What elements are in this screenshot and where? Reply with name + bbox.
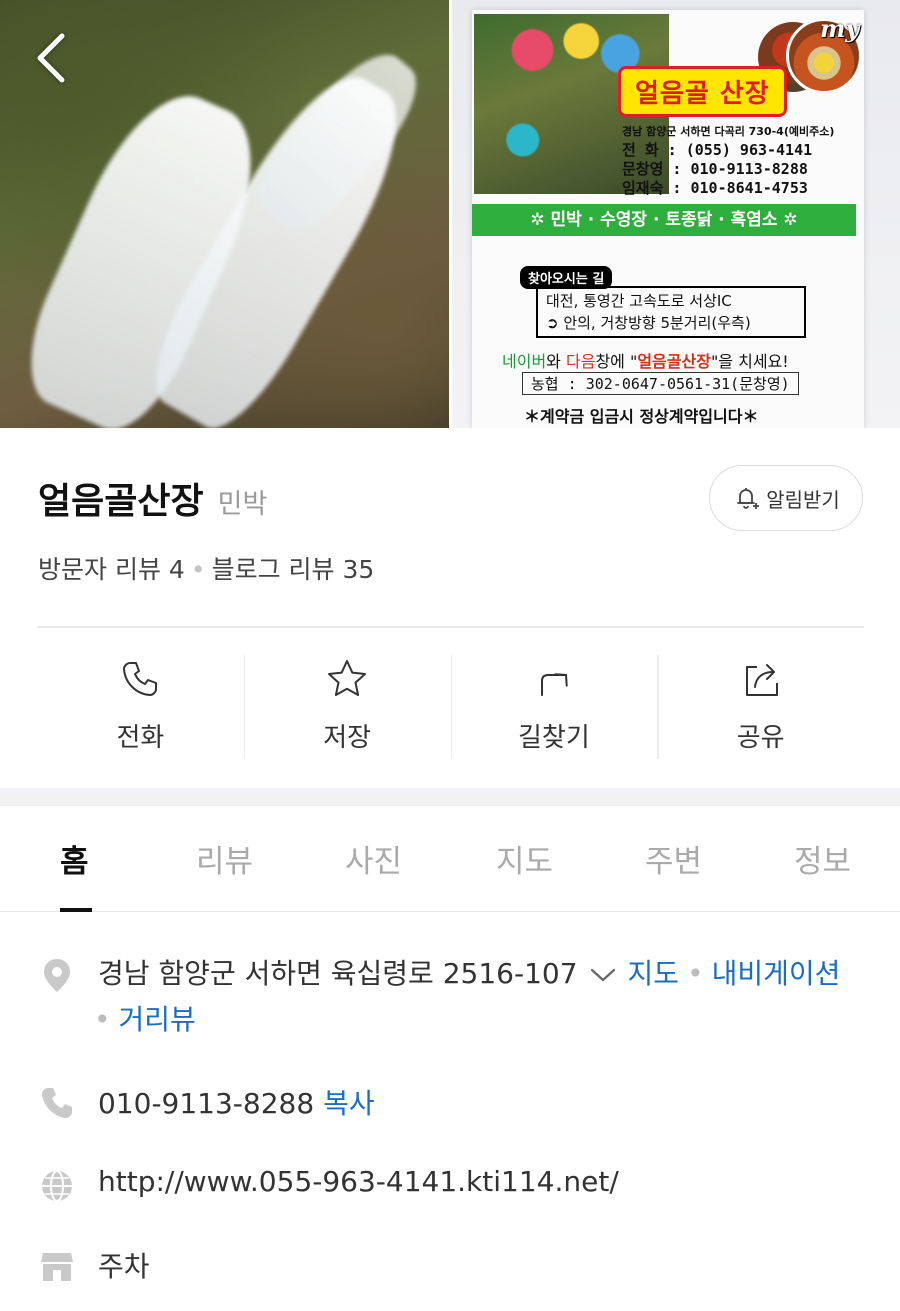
chevron-left-icon bbox=[37, 33, 65, 83]
poster-info: 경남 함양군 서하면 다곡리 730-4(예비주소) 전 화 : (055) 9… bbox=[622, 122, 834, 198]
poster-directions-line: 대전, 통영간 고속도로 서상IC bbox=[546, 292, 732, 310]
section-gap bbox=[0, 788, 900, 806]
call-button[interactable]: 전화 bbox=[37, 655, 244, 760]
tab-info[interactable]: 정보 bbox=[794, 836, 851, 881]
navigation-link[interactable]: 내비게이션 bbox=[712, 957, 841, 990]
directions-button[interactable]: 길찾기 bbox=[450, 655, 658, 760]
place-category: 민박 bbox=[217, 489, 268, 520]
phone-number[interactable]: 010-9113-8288 bbox=[98, 1087, 314, 1120]
share-button[interactable]: 공유 bbox=[657, 655, 864, 760]
poster-directions: 대전, 통영간 고속도로 서상IC ➲ 안의, 거창방향 5분거리(우측) bbox=[536, 286, 806, 338]
share-icon bbox=[745, 664, 778, 696]
poster-title: 얼음골 산장 bbox=[618, 66, 787, 117]
poster-services: ✲ 민박 · 수영장 · 토종닭 · 흑염소 ✲ bbox=[472, 204, 856, 236]
place-name: 얼음골산장 bbox=[38, 481, 204, 522]
address-row: 경남 함양군 서하면 육십령로 2516-107 지도 • 내비게이션 • 거리뷰 bbox=[38, 952, 868, 1042]
place-title: 얼음골산장 민박 bbox=[38, 472, 267, 524]
tab-nearby[interactable]: 주변 bbox=[645, 836, 702, 881]
notify-button[interactable]: 알림받기 bbox=[709, 465, 863, 531]
location-pin-icon bbox=[44, 959, 70, 992]
hero-photos: 얼음골 산장 경남 함양군 서하면 다곡리 730-4(예비주소) 전 화 : … bbox=[0, 0, 900, 428]
parking-row: 주차 bbox=[38, 1245, 868, 1285]
bell-plus-icon bbox=[737, 488, 760, 509]
phone-icon bbox=[123, 662, 158, 696]
separator-dot: • bbox=[190, 555, 206, 584]
poster-account: 농협 : 302-0647-0561-31(문창영) bbox=[522, 372, 799, 395]
active-tab-indicator bbox=[60, 908, 92, 912]
call-label: 전화 bbox=[116, 723, 165, 753]
poster-search-text: 얼음골산장 bbox=[637, 352, 711, 371]
store-icon bbox=[41, 1253, 73, 1281]
tab-bar: 홈 리뷰 사진 지도 주변 정보 bbox=[0, 806, 900, 912]
separator-dot: • bbox=[687, 957, 704, 990]
save-label: 저장 bbox=[323, 723, 372, 753]
website-row: http://www.055-963-4141.kti114.net/ bbox=[38, 1165, 868, 1205]
directions-icon bbox=[540, 673, 568, 696]
tab-home[interactable]: 홈 bbox=[60, 836, 89, 881]
address-line-2: • 거리뷰 bbox=[94, 998, 196, 1038]
poster-address: 경남 함양군 서하면 다곡리 730-4(예비주소) bbox=[622, 125, 835, 138]
poster-search-text: 와 bbox=[546, 352, 566, 371]
copy-phone-button[interactable]: 복사 bbox=[323, 1087, 375, 1120]
phone-icon bbox=[42, 1088, 72, 1118]
address-line: 경남 함양군 서하면 육십령로 2516-107 지도 • 내비게이션 bbox=[98, 952, 840, 992]
star-icon bbox=[328, 660, 367, 696]
poster-notice: ＊계약금 입금시 정상계약입니다＊ bbox=[524, 403, 759, 428]
poster-search-hint: 네이버와 다음창에 "얼음골산장"을 치세요! bbox=[502, 348, 789, 372]
separator-dot: • bbox=[94, 1003, 111, 1036]
chevron-down-icon[interactable] bbox=[590, 967, 616, 983]
visitor-reviews-link[interactable]: 방문자 리뷰 4 bbox=[38, 555, 185, 584]
globe-icon bbox=[42, 1170, 72, 1202]
directions-label: 길찾기 bbox=[517, 723, 590, 753]
notify-label: 알림받기 bbox=[766, 487, 840, 512]
map-link[interactable]: 지도 bbox=[628, 957, 680, 990]
blog-reviews-link[interactable]: 블로그 리뷰 35 bbox=[212, 555, 375, 584]
save-button[interactable]: 저장 bbox=[243, 655, 451, 760]
poster-phone: 전 화 : (055) 963-4141 bbox=[622, 141, 813, 159]
roadview-link[interactable]: 거리뷰 bbox=[119, 1003, 196, 1036]
divider bbox=[37, 626, 864, 628]
action-bar: 전화 저장 길찾기 공유 bbox=[37, 655, 864, 760]
address-text: 경남 함양군 서하면 육십령로 2516-107 bbox=[98, 957, 578, 990]
poster-contact: 임재숙 : 010-8641-4753 bbox=[622, 179, 808, 197]
poster-contact: 문창영 : 010-9113-8288 bbox=[622, 160, 808, 178]
poster-search-text: 창에 " bbox=[595, 352, 638, 371]
phone-line: 010-9113-8288 복사 bbox=[98, 1082, 375, 1122]
tab-photos[interactable]: 사진 bbox=[345, 836, 402, 881]
website-link[interactable]: http://www.055-963-4141.kti114.net/ bbox=[98, 1165, 619, 1198]
poster-search-text: "을 치세요! bbox=[710, 352, 789, 371]
review-summary: 방문자 리뷰 4 • 블로그 리뷰 35 bbox=[38, 550, 374, 586]
phone-row: 010-9113-8288 복사 bbox=[38, 1082, 868, 1122]
my-label: my bbox=[820, 14, 860, 43]
parking-label: 주차 bbox=[98, 1250, 150, 1283]
share-label: 공유 bbox=[736, 723, 785, 753]
poster-directions-line: ➲ 안의, 거창방향 5분거리(우측) bbox=[546, 314, 751, 332]
back-button[interactable] bbox=[30, 30, 74, 86]
poster-search-text: 네이버 bbox=[502, 352, 547, 371]
tab-map[interactable]: 지도 bbox=[496, 836, 553, 881]
poster-search-text: 다음 bbox=[565, 352, 596, 371]
tab-reviews[interactable]: 리뷰 bbox=[196, 836, 253, 881]
